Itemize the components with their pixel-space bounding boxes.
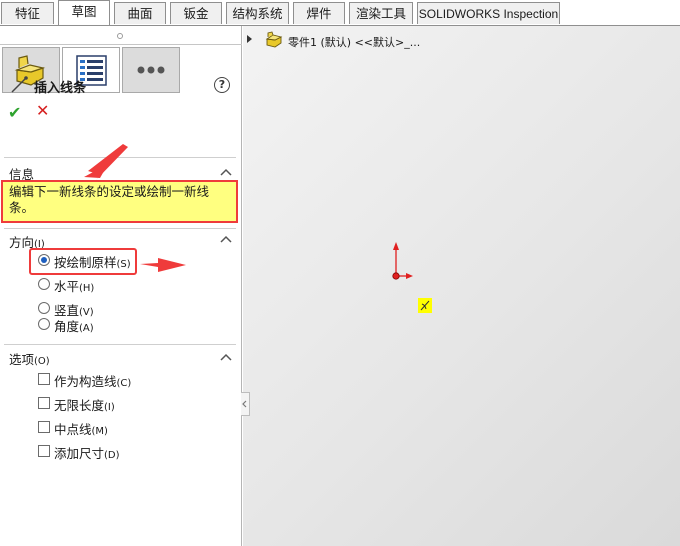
- tab-label: 钣金: [183, 6, 209, 21]
- checkbox-label[interactable]: 作为构造线(C): [54, 371, 131, 390]
- hotkey: (C): [116, 378, 132, 389]
- hotkey: (A): [79, 323, 94, 334]
- tab-features[interactable]: 特征: [1, 2, 54, 24]
- radio-as-sketched[interactable]: [38, 254, 50, 266]
- part-icon: [265, 31, 283, 48]
- tab-sketch[interactable]: 草图: [58, 0, 110, 26]
- cursor-point-icon: [418, 298, 432, 313]
- divider: [4, 228, 236, 229]
- checkbox-construction[interactable]: [38, 373, 50, 385]
- checkbox-infinite-length[interactable]: [38, 397, 50, 409]
- feature-tree-root[interactable]: 零件1 (默认) <<默认>_...: [288, 34, 420, 50]
- option-text: 角度: [54, 319, 80, 334]
- checkbox-add-dimensions[interactable]: [38, 445, 50, 457]
- checkbox-label[interactable]: 中点线(M): [54, 419, 108, 438]
- hotkey: (I): [104, 402, 115, 413]
- help-icon[interactable]: ?: [214, 77, 230, 93]
- radio-vertical[interactable]: [38, 302, 50, 314]
- checkbox-label[interactable]: 无限长度(I): [54, 395, 115, 414]
- hotkey: (D): [104, 450, 120, 461]
- panel-grip-icon[interactable]: [117, 33, 123, 39]
- tab-render-tools[interactable]: 渲染工具: [349, 2, 413, 24]
- hotkey: (O): [34, 356, 50, 367]
- panel-title: 插入线条: [34, 81, 87, 96]
- tab-label: 焊件: [306, 6, 332, 21]
- tab-label: 结构系统: [232, 6, 283, 21]
- sketch-origin-icon: [392, 242, 413, 280]
- radio-label[interactable]: 水平(H): [54, 276, 94, 295]
- more-icon: [137, 66, 165, 74]
- graphics-area[interactable]: [243, 26, 680, 546]
- chevron-left-icon: [242, 400, 247, 408]
- tab-label: 渲染工具: [355, 6, 406, 21]
- collapse-caret-icon[interactable]: [220, 353, 232, 361]
- section-title: 选项: [9, 352, 35, 367]
- tab-surfaces[interactable]: 曲面: [114, 2, 166, 24]
- radio-angle[interactable]: [38, 318, 50, 330]
- option-text: 无限长度: [54, 398, 105, 413]
- more-tab[interactable]: [122, 47, 180, 93]
- cancel-button[interactable]: ✕: [36, 101, 49, 120]
- ok-button[interactable]: ✔: [8, 103, 21, 122]
- tab-solidworks-inspection[interactable]: SOLIDWORKS Inspection: [417, 2, 560, 24]
- hotkey: (H): [79, 283, 95, 294]
- collapse-caret-icon[interactable]: [220, 235, 232, 243]
- option-text: 水平: [54, 279, 80, 294]
- hotkey: (S): [116, 259, 131, 270]
- divider: [0, 44, 242, 45]
- option-text: 按绘制原样: [54, 255, 117, 270]
- divider: [4, 157, 236, 158]
- tab-label: 曲面: [127, 6, 153, 21]
- checkbox-midpoint-line[interactable]: [38, 421, 50, 433]
- hotkey: (M): [91, 426, 108, 437]
- panel-collapse-handle[interactable]: [241, 392, 250, 416]
- expand-arrow-icon[interactable]: [247, 35, 252, 43]
- option-text: 添加尺寸: [54, 446, 105, 461]
- tab-structure-system[interactable]: 结构系统: [226, 2, 289, 24]
- command-manager-tabs: 特征 草图 曲面 钣金 结构系统 焊件 渲染工具 SOLIDWORKS Insp…: [0, 0, 680, 26]
- radio-horizontal[interactable]: [38, 278, 50, 290]
- tab-label: 草图: [71, 4, 97, 19]
- radio-label[interactable]: 按绘制原样(S): [54, 252, 131, 271]
- info-message: 编辑下一新线条的设定或绘制一新线条。: [9, 184, 210, 215]
- option-text: 中点线: [54, 422, 92, 437]
- tab-label: SOLIDWORKS Inspection: [418, 7, 559, 21]
- line-tool-icon: [11, 76, 28, 93]
- tab-label: 特征: [14, 6, 40, 21]
- tab-sheet-metal[interactable]: 钣金: [170, 2, 222, 24]
- option-text: 作为构造线: [54, 374, 117, 389]
- divider: [4, 344, 236, 345]
- options-section-heading[interactable]: 选项(O): [9, 349, 50, 368]
- tab-weldments[interactable]: 焊件: [293, 2, 345, 24]
- checkbox-label[interactable]: 添加尺寸(D): [54, 443, 120, 462]
- collapse-caret-icon[interactable]: [220, 168, 232, 176]
- radio-label[interactable]: 角度(A): [54, 316, 94, 335]
